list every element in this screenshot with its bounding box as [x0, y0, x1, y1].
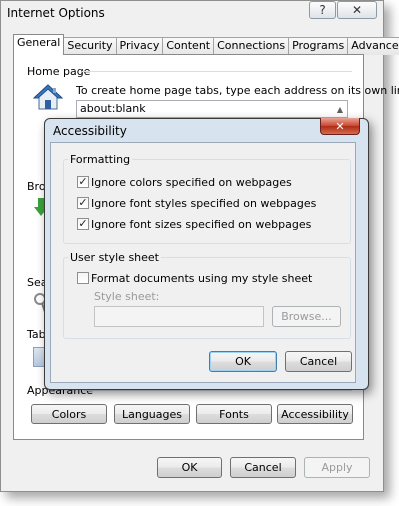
- colors-button[interactable]: Colors: [31, 404, 107, 424]
- home-page-description: To create home page tabs, type each addr…: [76, 84, 399, 97]
- tab-programs[interactable]: Programs: [288, 37, 349, 55]
- format-documents-checkbox[interactable]: [77, 272, 89, 284]
- dialog-ok-button[interactable]: OK: [209, 351, 277, 372]
- window-title: Internet Options: [7, 6, 105, 20]
- fonts-button[interactable]: Fonts: [196, 404, 272, 424]
- ignore-colors-label: Ignore colors specified on webpages: [91, 176, 292, 189]
- ignore-font-sizes-label: Ignore font sizes specified on webpages: [91, 218, 312, 231]
- ignore-font-styles-label: Ignore font styles specified on webpages: [91, 197, 317, 210]
- home-page-address-input[interactable]: about:blank: [76, 100, 348, 118]
- accessibility-button[interactable]: Accessibility: [277, 404, 353, 424]
- dialog-close-button[interactable]: ✕: [320, 118, 360, 135]
- style-sheet-input[interactable]: [94, 306, 264, 327]
- scroll-up-arrow-icon[interactable]: ▲: [333, 101, 347, 117]
- tab-general[interactable]: General: [13, 34, 65, 55]
- tab-privacy[interactable]: Privacy: [115, 37, 164, 55]
- dialog-title: Accessibility: [53, 124, 127, 138]
- tab-connections[interactable]: Connections: [213, 37, 290, 55]
- style-sheet-label: Style sheet:: [94, 290, 160, 303]
- help-button[interactable]: ?: [309, 1, 336, 19]
- ok-button[interactable]: OK: [157, 457, 222, 478]
- format-documents-label: Format documents using my style sheet: [91, 272, 313, 285]
- window-close-button[interactable]: ✕: [337, 1, 377, 19]
- home-page-heading: Home page: [27, 65, 91, 78]
- tab-strip: General Security Privacy Content Connect…: [13, 34, 399, 55]
- tabs-heading: Tab: [27, 328, 46, 341]
- apply-button[interactable]: Apply: [304, 457, 370, 478]
- languages-button[interactable]: Languages: [114, 404, 190, 424]
- dialog-cancel-button[interactable]: Cancel: [285, 351, 352, 372]
- home-page-divider: [82, 71, 352, 72]
- cancel-button[interactable]: Cancel: [230, 457, 296, 478]
- browse-button[interactable]: Browse...: [272, 306, 341, 327]
- tab-content[interactable]: Content: [162, 37, 215, 55]
- tab-security[interactable]: Security: [63, 37, 117, 55]
- tab-advanced[interactable]: Advanced: [347, 37, 399, 55]
- home-page-icon: [33, 84, 63, 110]
- ignore-colors-checkbox[interactable]: ✓: [77, 176, 89, 188]
- ignore-font-sizes-checkbox[interactable]: ✓: [77, 218, 89, 230]
- user-style-sheet-legend: User style sheet: [68, 251, 161, 264]
- formatting-legend: Formatting: [68, 153, 133, 166]
- appearance-divider: [84, 390, 352, 391]
- ignore-font-styles-checkbox[interactable]: ✓: [77, 197, 89, 209]
